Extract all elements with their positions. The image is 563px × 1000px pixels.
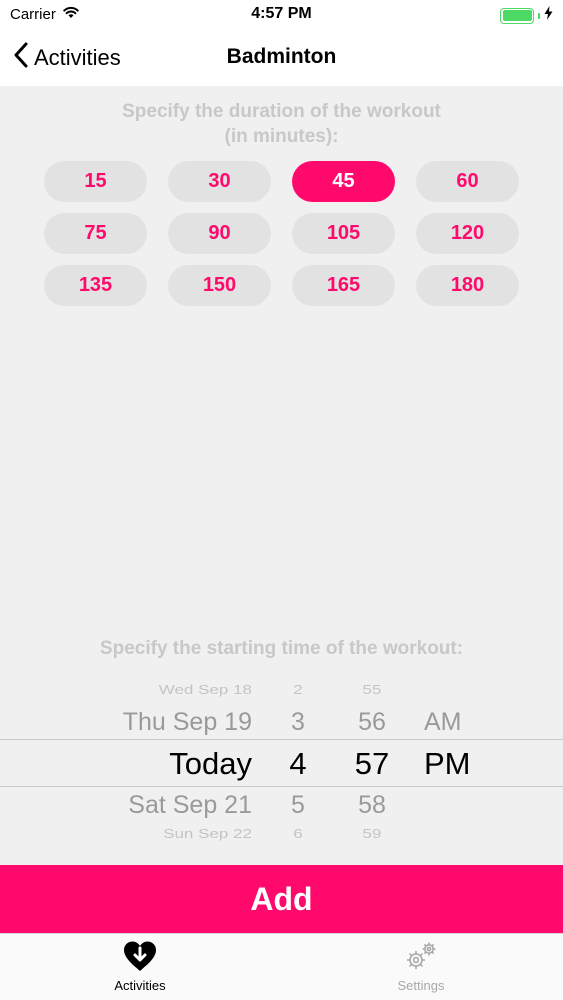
battery-group [500, 6, 553, 25]
duration-option[interactable]: 75 [44, 213, 147, 254]
ampm-wheel-item[interactable]: AM [424, 708, 484, 737]
hour-wheel-item[interactable]: 5 [276, 791, 320, 820]
duration-option[interactable]: 135 [44, 265, 147, 306]
add-button[interactable]: Add [0, 865, 563, 933]
duration-option[interactable]: 15 [44, 161, 147, 202]
date-wheel-item[interactable]: Sun Sep 22 [0, 827, 252, 842]
ampm-wheel-selected[interactable]: PM [424, 746, 484, 782]
minute-wheel-selected[interactable]: 57 [342, 746, 402, 782]
gears-icon [351, 940, 491, 972]
duration-option[interactable]: 165 [292, 265, 395, 306]
duration-section-title: Specify the duration of the workout (in … [0, 99, 563, 149]
hour-wheel-selected[interactable]: 4 [276, 746, 320, 782]
duration-option[interactable]: 150 [168, 265, 271, 306]
duration-option[interactable]: 90 [168, 213, 271, 254]
duration-options: 15 30 45 60 75 90 105 120 135 150 165 18… [44, 161, 520, 306]
hour-wheel[interactable]: 2 3 4 5 6 [276, 676, 320, 848]
duration-title-line2: (in minutes): [224, 126, 339, 147]
hour-wheel-item[interactable]: 3 [276, 708, 320, 737]
status-bar: Carrier 4:57 PM [0, 0, 563, 30]
duration-title-line1: Specify the duration of the workout [122, 101, 441, 122]
date-wheel-item[interactable]: Wed Sep 18 [0, 683, 252, 698]
navigation-bar: Activities Badminton [0, 30, 563, 86]
minute-wheel-item[interactable]: 58 [342, 791, 402, 820]
start-time-picker[interactable]: Wed Sep 18 Thu Sep 19 Today Sat Sep 21 S… [0, 676, 563, 848]
tab-activities[interactable]: Activities [70, 940, 210, 993]
tab-settings[interactable]: Settings [351, 940, 491, 993]
duration-option[interactable]: 30 [168, 161, 271, 202]
date-wheel-selected[interactable]: Today [0, 746, 252, 782]
duration-option[interactable]: 105 [292, 213, 395, 254]
page-title: Badminton [226, 45, 337, 68]
tab-activities-label: Activities [114, 978, 166, 993]
ampm-wheel[interactable]: AM PM [424, 676, 484, 848]
duration-option[interactable]: 180 [416, 265, 519, 306]
minute-wheel-item[interactable]: 55 [342, 683, 402, 698]
start-time-section-title: Specify the starting time of the workout… [99, 638, 464, 659]
heart-download-icon [70, 940, 210, 972]
tab-bar: Activities Settings [0, 933, 563, 1000]
charging-bolt-icon [544, 6, 553, 25]
minute-wheel-item[interactable]: 56 [342, 708, 402, 737]
duration-option[interactable]: 60 [416, 161, 519, 202]
duration-option[interactable]: 120 [416, 213, 519, 254]
battery-tip [538, 12, 540, 19]
date-wheel-item[interactable]: Sat Sep 21 [0, 791, 252, 820]
date-wheel-item[interactable]: Thu Sep 19 [0, 708, 252, 737]
tab-settings-label: Settings [397, 978, 445, 993]
date-wheel[interactable]: Wed Sep 18 Thu Sep 19 Today Sat Sep 21 S… [0, 676, 252, 848]
minute-wheel-item[interactable]: 59 [342, 827, 402, 842]
hour-wheel-item[interactable]: 2 [276, 683, 320, 698]
battery-icon [500, 7, 534, 24]
duration-option-selected[interactable]: 45 [292, 161, 395, 202]
hour-wheel-item[interactable]: 6 [276, 827, 320, 842]
content-area: Specify the duration of the workout (in … [0, 86, 563, 865]
status-time: 4:57 PM [251, 5, 312, 22]
minute-wheel[interactable]: 55 56 57 58 59 [342, 676, 402, 848]
